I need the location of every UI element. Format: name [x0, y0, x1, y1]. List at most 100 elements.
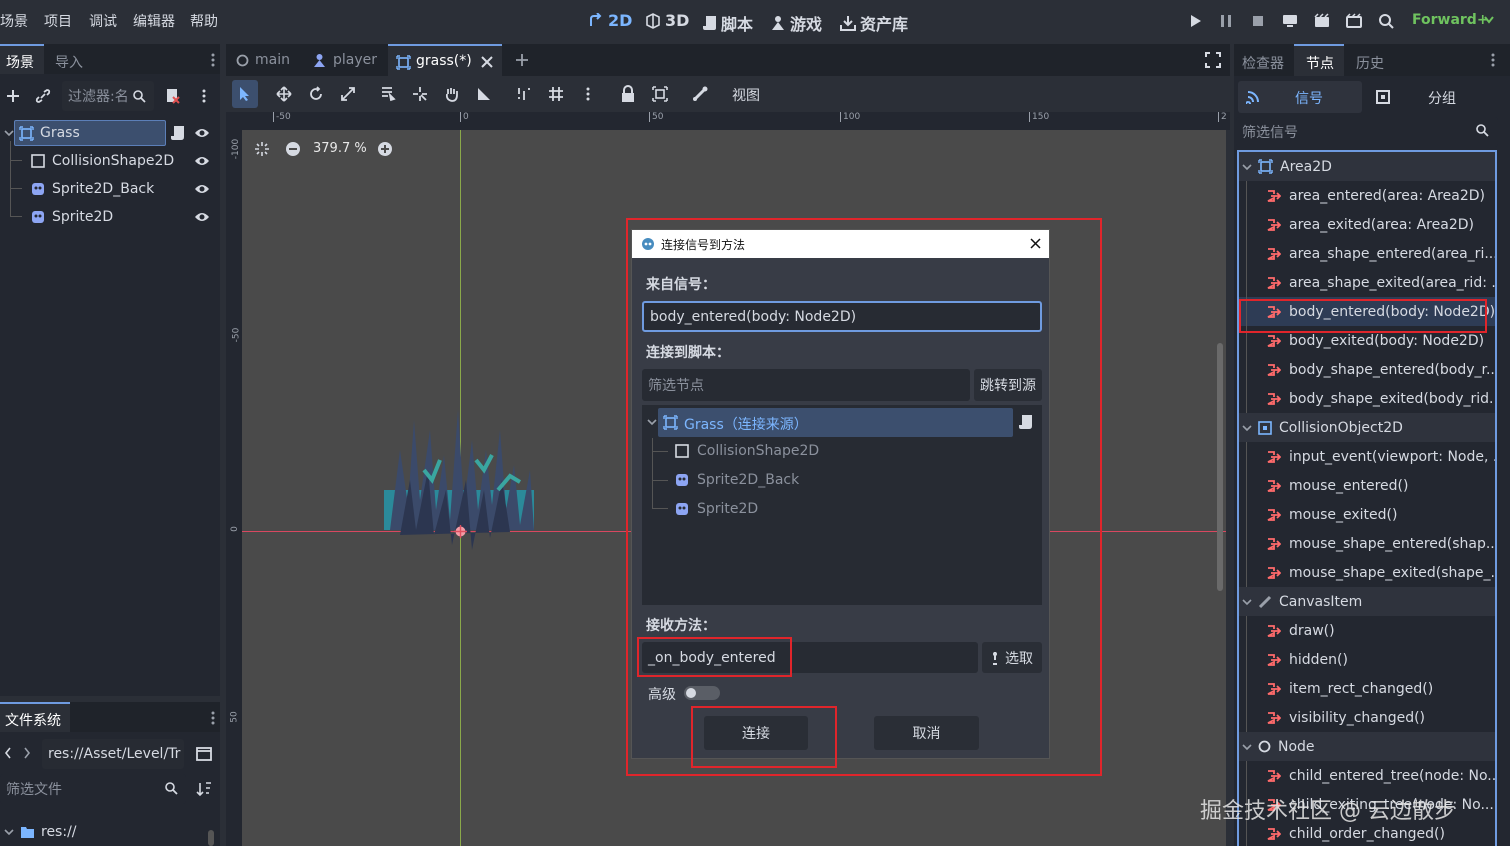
zoom-level[interactable]: 379.7 %: [313, 141, 367, 156]
signal-item[interactable]: body_shape_entered(body_r...: [1239, 355, 1495, 384]
collapse-icon[interactable]: [4, 128, 14, 138]
tab-inspector[interactable]: 检查器: [1242, 53, 1284, 73]
tree-item-grass[interactable]: Grass: [0, 119, 220, 147]
play-scene-icon[interactable]: [1313, 12, 1331, 30]
scale-tool-icon[interactable]: [340, 86, 356, 102]
filesystem-scrollbar[interactable]: [208, 830, 214, 846]
fullscreen-icon[interactable]: [1205, 52, 1221, 68]
zoom-out-icon[interactable]: [285, 141, 301, 157]
menu-editor[interactable]: 编辑器: [133, 11, 175, 31]
signal-item[interactable]: mouse_shape_exited(shape_...: [1239, 558, 1495, 587]
menu-project[interactable]: 项目: [44, 11, 72, 31]
stop-icon[interactable]: [1249, 12, 1267, 30]
visibility-eye-icon[interactable]: [194, 155, 210, 167]
signal-item[interactable]: visibility_changed(): [1239, 703, 1495, 732]
path-field[interactable]: res://Asset/Level/Tr: [42, 739, 184, 769]
close-icon[interactable]: [1030, 238, 1041, 249]
workspace-3d[interactable]: 3D: [645, 11, 689, 30]
signal-group-header[interactable]: CollisionObject2D: [1239, 413, 1495, 442]
tree-item-sprite2d-back[interactable]: Sprite2D_Back: [0, 161, 220, 203]
tab-scene[interactable]: 场景: [6, 52, 34, 72]
tab-node[interactable]: 节点: [1306, 53, 1334, 73]
signal-item[interactable]: item_rect_changed(): [1239, 674, 1495, 703]
grid-snap-icon[interactable]: [548, 86, 564, 102]
bone-icon[interactable]: [692, 86, 708, 102]
ruler-tool-icon[interactable]: [476, 86, 492, 102]
collapse-icon[interactable]: [1242, 423, 1252, 433]
tab-filesystem[interactable]: 文件系统: [5, 710, 61, 730]
renderer-select[interactable]: Forward+: [1412, 12, 1489, 28]
tab-import[interactable]: 导入: [55, 52, 83, 72]
visibility-eye-icon[interactable]: [194, 211, 210, 223]
collapse-icon[interactable]: [1242, 742, 1252, 752]
menu-scene[interactable]: 场景: [0, 11, 28, 31]
tab-history[interactable]: 历史: [1356, 53, 1384, 73]
signal-group-header[interactable]: Area2D: [1239, 152, 1495, 181]
signal-group-header[interactable]: CanvasItem: [1239, 587, 1495, 616]
workspace-2d[interactable]: 2D: [588, 11, 632, 30]
forward-icon[interactable]: [23, 746, 31, 760]
dock-menu-icon[interactable]: [210, 52, 216, 68]
attach-script-icon[interactable]: [164, 88, 180, 104]
signal-item[interactable]: area_shape_exited(area_rid: ...: [1239, 268, 1495, 297]
visibility-eye-icon[interactable]: [194, 183, 210, 195]
advanced-toggle[interactable]: [684, 686, 720, 700]
script-icon[interactable]: [171, 125, 185, 141]
rotate-tool-icon[interactable]: [308, 86, 324, 102]
add-tab-icon[interactable]: [515, 53, 529, 67]
tree-item-sprite2d[interactable]: Sprite2D: [0, 189, 220, 231]
signal-filter-input[interactable]: 筛选信号: [1236, 117, 1498, 147]
signal-item[interactable]: mouse_exited(): [1239, 500, 1495, 529]
collapse-icon[interactable]: [1242, 162, 1252, 172]
workspace-game[interactable]: 游戏: [770, 11, 822, 35]
pan-tool-icon[interactable]: [444, 86, 460, 102]
goto-source-button[interactable]: 跳转到源: [974, 369, 1042, 401]
group-icon[interactable]: [652, 86, 668, 102]
play-icon[interactable]: [1186, 12, 1204, 30]
movie-maker-icon[interactable]: [1377, 12, 1395, 30]
move-tool-icon[interactable]: [276, 86, 292, 102]
play-custom-icon[interactable]: [1345, 12, 1363, 30]
signal-item[interactable]: child_entered_tree(node: No...: [1239, 761, 1495, 790]
tree-item-collisionshape2d[interactable]: CollisionShape2D: [0, 141, 220, 175]
select-tool-icon[interactable]: [237, 86, 253, 102]
signal-item[interactable]: body_shape_exited(body_rid...: [1239, 384, 1495, 413]
tree-item-collisionshape2d[interactable]: CollisionShape2D: [675, 437, 819, 465]
signal-item[interactable]: draw(): [1239, 616, 1495, 645]
signal-item[interactable]: mouse_entered(): [1239, 471, 1495, 500]
file-filter-input[interactable]: 筛选文件: [0, 774, 186, 804]
filter-nodes-input[interactable]: 筛选节点: [642, 369, 970, 401]
signal-item[interactable]: mouse_shape_entered(shap...: [1239, 529, 1495, 558]
dock-menu-icon[interactable]: [210, 710, 216, 726]
view-menu[interactable]: 视图: [732, 85, 760, 105]
editor-tab-main[interactable]: main: [236, 52, 290, 68]
tree-item-sprite2d-back[interactable]: Sprite2D_Back: [675, 466, 799, 494]
split-view-icon[interactable]: [195, 746, 213, 762]
pause-icon[interactable]: [1217, 12, 1235, 30]
collapse-icon[interactable]: [4, 827, 14, 837]
signal-group-header[interactable]: Node: [1239, 732, 1495, 761]
visibility-eye-icon[interactable]: [194, 127, 210, 139]
signal-item[interactable]: input_event(viewport: Node, ...: [1239, 442, 1495, 471]
pivot-tool-icon[interactable]: [412, 86, 428, 102]
menu-help[interactable]: 帮助: [190, 11, 218, 31]
zoom-in-icon[interactable]: [377, 141, 393, 157]
snap-options-icon[interactable]: [585, 86, 591, 102]
editor-tab-grass[interactable]: grass(*): [388, 44, 502, 76]
close-icon[interactable]: [481, 56, 493, 68]
signal-field[interactable]: body_entered(body: Node2D): [642, 301, 1042, 332]
viewport-scrollbar[interactable]: [1217, 343, 1223, 591]
signal-item[interactable]: area_exited(area: Area2D): [1239, 210, 1495, 239]
signal-item[interactable]: area_shape_entered(area_ri...: [1239, 239, 1495, 268]
origin-marker[interactable]: [454, 525, 467, 538]
groups-subtab[interactable]: 分组: [1366, 81, 1506, 113]
back-icon[interactable]: [4, 746, 12, 760]
signal-item[interactable]: hidden(): [1239, 645, 1495, 674]
workspace-script[interactable]: 脚本: [703, 11, 753, 35]
signal-item[interactable]: area_entered(area: Area2D): [1239, 181, 1495, 210]
collapse-icon[interactable]: [647, 417, 657, 427]
tree-item-grass-source[interactable]: Grass（连接来源）: [658, 408, 1013, 437]
cancel-button[interactable]: 取消: [874, 716, 979, 750]
link-icon[interactable]: [35, 88, 51, 104]
smart-snap-icon[interactable]: [516, 86, 532, 102]
